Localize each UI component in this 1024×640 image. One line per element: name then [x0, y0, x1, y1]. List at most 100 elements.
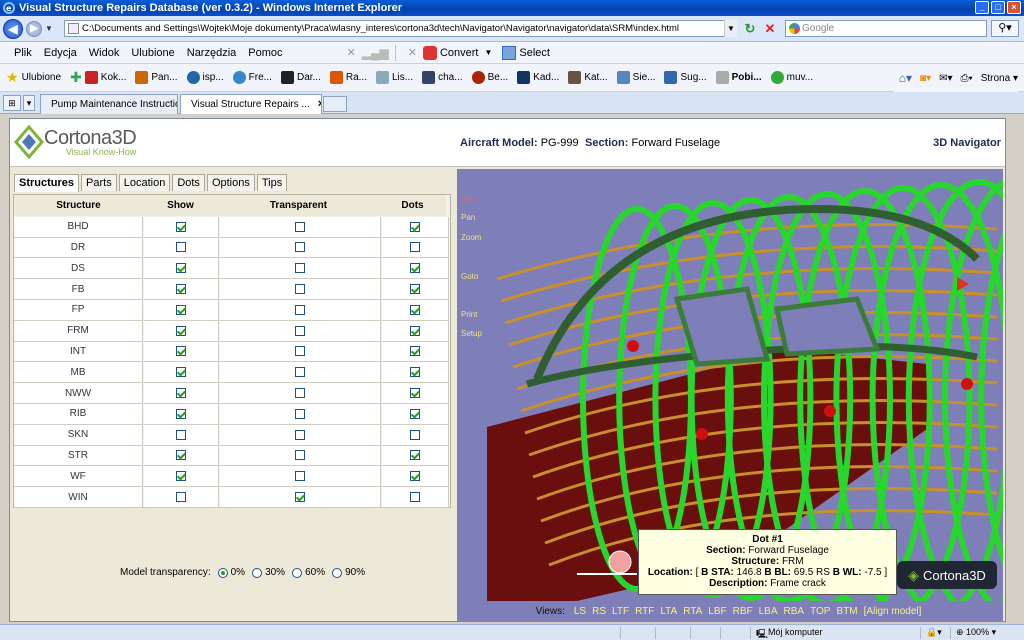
transparent-checkbox[interactable] [295, 221, 305, 232]
print-icon[interactable]: ⎙▾ [961, 73, 973, 84]
close-toolbar-icon[interactable]: ✕ [347, 46, 356, 59]
viewer-menu-setup[interactable]: Setup [461, 329, 482, 338]
dots-checkbox[interactable] [410, 388, 420, 399]
new-tab-button[interactable] [323, 96, 347, 112]
close-toolbar-icon-2[interactable]: ✕ [408, 46, 417, 59]
fav-link-3[interactable]: isp... [186, 71, 224, 84]
mail-icon[interactable]: ✉▾ [939, 73, 952, 84]
tab-list-icon[interactable]: ▾ [23, 95, 35, 111]
view-link-ltf[interactable]: LTF [612, 606, 629, 617]
fav-link-5[interactable]: Dar... [280, 71, 321, 84]
tab-structures[interactable]: Structures [14, 174, 80, 192]
transparency-90-radio[interactable] [332, 567, 343, 578]
menu-tools[interactable]: Narzędzia [181, 47, 243, 59]
show-checkbox[interactable] [176, 325, 186, 336]
fav-link-12[interactable]: Sie... [616, 71, 655, 84]
transparent-checkbox[interactable] [295, 429, 305, 440]
search-button[interactable]: ⚲▾ [991, 20, 1019, 37]
minimize-button[interactable]: _ [975, 1, 989, 14]
select-button[interactable]: Select [502, 45, 550, 60]
refresh-icon[interactable]: ↻ [742, 21, 758, 37]
dots-checkbox[interactable] [410, 325, 420, 336]
tab-options[interactable]: Options [206, 174, 255, 191]
fav-link-2[interactable]: Pan... [135, 71, 178, 84]
show-checkbox[interactable] [176, 242, 186, 253]
transparent-checkbox[interactable] [295, 408, 305, 419]
tab-parts[interactable]: Parts [81, 174, 117, 191]
transparent-checkbox[interactable] [295, 346, 305, 357]
fav-link-11[interactable]: Kat... [568, 71, 608, 84]
viewer-menu-print[interactable]: Print [461, 310, 477, 319]
show-checkbox[interactable] [176, 388, 186, 399]
stop-icon[interactable]: ✕ [762, 21, 778, 37]
convert-dropdown-icon[interactable]: ▼ [484, 48, 492, 57]
fav-link-9[interactable]: Be... [471, 71, 508, 84]
dots-checkbox[interactable] [410, 284, 420, 295]
transparency-0-radio[interactable] [217, 567, 228, 578]
history-dropdown-icon[interactable]: ▼ [45, 24, 53, 33]
menu-favorites[interactable]: Ulubione [125, 47, 180, 59]
menu-edit[interactable]: Edycja [38, 47, 83, 59]
transparent-checkbox[interactable] [295, 388, 305, 399]
dots-checkbox[interactable] [410, 242, 420, 253]
show-checkbox[interactable] [176, 263, 186, 274]
menu-help[interactable]: Pomoc [242, 47, 288, 59]
view-link-rtf[interactable]: RTF [635, 606, 654, 617]
address-dropdown-icon[interactable]: ▼ [724, 20, 737, 37]
view-link-rba[interactable]: RBA [784, 606, 805, 617]
show-checkbox[interactable] [176, 408, 186, 419]
transparent-checkbox[interactable] [295, 471, 305, 482]
show-checkbox[interactable] [176, 221, 186, 232]
transparent-checkbox[interactable] [295, 367, 305, 378]
fav-link-15[interactable]: muv... [770, 71, 813, 84]
dots-checkbox[interactable] [410, 429, 420, 440]
tab-location[interactable]: Location [118, 174, 171, 191]
menu-file[interactable]: Plik [8, 47, 38, 59]
maximize-button[interactable]: □ [991, 1, 1005, 14]
dots-checkbox[interactable] [410, 221, 420, 232]
page-menu-button[interactable]: Strona ▾ [981, 73, 1018, 84]
show-checkbox[interactable] [176, 450, 186, 461]
back-button[interactable]: ◀ [3, 18, 23, 39]
convert-button[interactable]: Convert ▼ [422, 45, 492, 60]
show-checkbox[interactable] [176, 284, 186, 295]
feeds-icon[interactable]: ◙▾ [920, 73, 931, 84]
view-link-ls[interactable]: LS [574, 606, 586, 617]
transparent-checkbox[interactable] [295, 450, 305, 461]
fav-link-8[interactable]: cha... [422, 71, 463, 84]
view-link-rbf[interactable]: RBF [733, 606, 753, 617]
view-link-lbf[interactable]: LBF [708, 606, 726, 617]
quick-tabs-icon[interactable]: ⊞ [3, 95, 21, 111]
home-icon[interactable]: ⌂▾ [899, 71, 912, 85]
tab-visual-structure[interactable]: Visual Structure Repairs ... × [180, 94, 322, 114]
dots-checkbox[interactable] [410, 471, 420, 482]
view-link-lta[interactable]: LTA [660, 606, 677, 617]
show-checkbox[interactable] [176, 304, 186, 315]
show-checkbox[interactable] [176, 367, 186, 378]
transparent-checkbox[interactable] [295, 325, 305, 336]
transparent-checkbox[interactable] [295, 284, 305, 295]
view-link-rs[interactable]: RS [592, 606, 606, 617]
transparent-checkbox[interactable] [295, 492, 305, 503]
forward-button[interactable]: ▶ [26, 20, 42, 37]
tab-pump-maintenance[interactable]: Pump Maintenance Instruction [40, 94, 178, 114]
dots-checkbox[interactable] [410, 367, 420, 378]
dots-checkbox[interactable] [410, 263, 420, 274]
viewer-menu-goto[interactable]: Goto [461, 272, 478, 281]
viewer-menu-zoom[interactable]: Zoom [461, 233, 481, 242]
protected-mode-icon[interactable]: 🔒▾ [926, 627, 942, 638]
view-link-alignmodel[interactable]: [Align model] [864, 606, 922, 617]
viewer-menu-pan[interactable]: Pan [461, 213, 475, 222]
view-link-lba[interactable]: LBA [759, 606, 778, 617]
zoom-level[interactable]: ⊕ 100% ▾ [956, 627, 996, 638]
fav-link-4[interactable]: Fre... [232, 71, 272, 84]
dots-checkbox[interactable] [410, 408, 420, 419]
show-checkbox[interactable] [176, 429, 186, 440]
show-checkbox[interactable] [176, 471, 186, 482]
dots-checkbox[interactable] [410, 304, 420, 315]
add-favorite-icon[interactable]: ✚ [70, 69, 82, 86]
transparency-60-radio[interactable] [292, 567, 303, 578]
fav-link-14[interactable]: Pobi... [715, 71, 762, 84]
show-checkbox[interactable] [176, 346, 186, 357]
transparent-checkbox[interactable] [295, 263, 305, 274]
